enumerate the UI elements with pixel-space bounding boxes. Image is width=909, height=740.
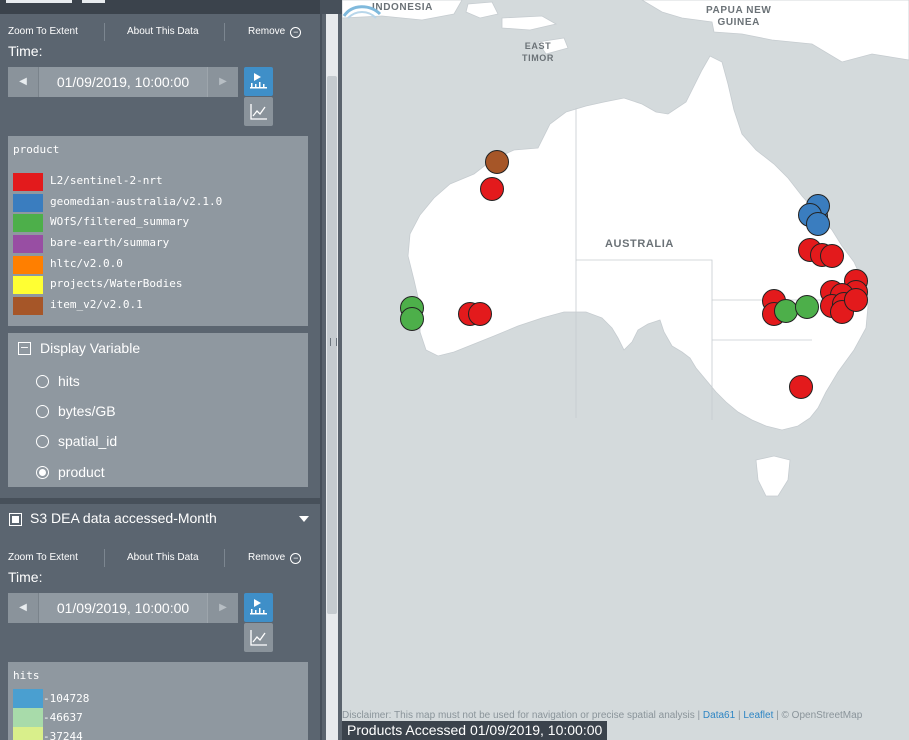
legend-label: -46637 bbox=[43, 711, 83, 724]
date-value[interactable]: 01/09/2019, 10:00:00 bbox=[38, 67, 208, 97]
legend-label: bare-earth/summary bbox=[50, 236, 170, 249]
legend-title: hits bbox=[13, 669, 40, 682]
map-data-point[interactable] bbox=[480, 177, 504, 201]
previous-date-button[interactable]: ◀ bbox=[8, 593, 39, 623]
leaflet-link[interactable]: Leaflet bbox=[743, 710, 773, 721]
basemap bbox=[342, 0, 909, 740]
map-label-png: PAPUA NEW GUINEA bbox=[706, 5, 772, 28]
radio-circle-icon bbox=[36, 405, 49, 418]
chart-button[interactable] bbox=[244, 97, 273, 126]
radio-label: product bbox=[58, 464, 105, 480]
map-data-point[interactable] bbox=[774, 299, 798, 323]
time-label: Time: bbox=[8, 43, 43, 59]
legend-label: geomedian-australia/v2.1.0 bbox=[50, 195, 223, 208]
panel-scrollbar[interactable] bbox=[322, 14, 342, 740]
display-variable-section: − Display Variable hits bytes/GB spatial… bbox=[8, 333, 308, 487]
play-icon bbox=[250, 73, 267, 89]
map-data-point[interactable] bbox=[789, 375, 813, 399]
remove-label: Remove bbox=[248, 552, 286, 563]
map-data-point[interactable] bbox=[806, 212, 830, 236]
layer-card-s3-access: S3 DEA data accessed-Month Zoom To Exten… bbox=[0, 504, 320, 740]
remove-link[interactable]: Remove − bbox=[248, 543, 302, 573]
layer-actions: Zoom To Extent About This Data Remove − bbox=[0, 17, 320, 47]
legend-swatch bbox=[13, 173, 43, 191]
radio-label: hits bbox=[58, 373, 80, 389]
play-timeline-button[interactable] bbox=[244, 67, 273, 96]
workbench-top-chip[interactable] bbox=[6, 0, 72, 3]
chevron-down-icon[interactable] bbox=[299, 516, 309, 522]
chart-button[interactable] bbox=[244, 623, 273, 652]
divider bbox=[104, 549, 105, 567]
map-data-point[interactable] bbox=[820, 244, 844, 268]
radio-circle-selected-icon bbox=[36, 466, 49, 479]
legend-swatch bbox=[13, 276, 43, 294]
remove-link[interactable]: Remove − bbox=[248, 17, 302, 47]
play-timeline-button[interactable] bbox=[244, 593, 273, 622]
legend-label: L2/sentinel-2-nrt bbox=[50, 174, 163, 187]
date-picker: ◀ 01/09/2019, 10:00:00 ▶ bbox=[8, 593, 238, 623]
display-variable-title: Display Variable bbox=[40, 340, 141, 356]
remove-label: Remove bbox=[248, 26, 286, 37]
workbench-top-chip-small[interactable] bbox=[82, 0, 105, 3]
legend-swatch bbox=[13, 235, 43, 253]
map-data-point[interactable] bbox=[400, 307, 424, 331]
workbench-panel: Zoom To Extent About This Data Remove − T… bbox=[0, 0, 342, 740]
legend-label: projects/WaterBodies bbox=[50, 277, 183, 290]
radio-label: spatial_id bbox=[58, 433, 118, 449]
map-data-point[interactable] bbox=[844, 288, 868, 312]
disclaimer-text: Disclaimer: This map must not be used fo… bbox=[342, 710, 695, 721]
data61-link[interactable]: Data61 bbox=[703, 710, 735, 721]
remove-minus-icon: − bbox=[290, 27, 302, 38]
terria-logo-icon bbox=[342, 5, 382, 19]
legend-swatch bbox=[13, 689, 43, 708]
workbench-topbar bbox=[0, 0, 320, 14]
divider bbox=[224, 23, 225, 41]
layer-title[interactable]: S3 DEA data accessed-Month bbox=[30, 510, 217, 526]
line-chart-icon bbox=[250, 630, 267, 646]
legend-label: WOfS/filtered_summary bbox=[50, 215, 190, 228]
legend-swatch bbox=[13, 727, 43, 740]
divider bbox=[104, 23, 105, 41]
date-picker: ◀ 01/09/2019, 10:00:00 ▶ bbox=[8, 67, 238, 97]
legend-swatch bbox=[13, 256, 43, 274]
layer-header: S3 DEA data accessed-Month bbox=[0, 504, 320, 534]
osm-attribution[interactable]: © OpenStreetMap bbox=[782, 710, 863, 721]
radio-label: bytes/GB bbox=[58, 403, 116, 419]
legend-title: product bbox=[13, 143, 60, 156]
layer-actions: Zoom To Extent About This Data Remove − bbox=[0, 543, 320, 573]
legend-swatch bbox=[13, 708, 43, 727]
radio-circle-icon bbox=[36, 375, 49, 388]
map-data-point[interactable] bbox=[468, 302, 492, 326]
legend-swatch bbox=[13, 297, 43, 315]
legend-label: item_v2/v2.0.1 bbox=[50, 298, 143, 311]
hits-legend: hits -104728 -46637 -37244 bbox=[8, 662, 308, 740]
map-data-point[interactable] bbox=[485, 150, 509, 174]
time-label: Time: bbox=[8, 569, 43, 585]
product-legend: product L2/sentinel-2-nrt geomedian-aust… bbox=[8, 136, 308, 326]
map-status-bar: Products Accessed 01/09/2019, 10:00:00 bbox=[342, 721, 608, 740]
map-label-australia: AUSTRALIA bbox=[605, 238, 674, 250]
about-this-data-link[interactable]: About This Data bbox=[127, 17, 199, 47]
map-data-point[interactable] bbox=[795, 295, 819, 319]
legend-swatch bbox=[13, 214, 43, 232]
layer-visibility-checkbox[interactable] bbox=[9, 513, 22, 526]
date-value[interactable]: 01/09/2019, 10:00:00 bbox=[38, 593, 208, 623]
legend-label: -37244 bbox=[43, 730, 83, 740]
divider bbox=[224, 549, 225, 567]
scrollbar-grip-icon bbox=[330, 338, 337, 346]
legend-label: hltc/v2.0.0 bbox=[50, 257, 123, 270]
radio-circle-icon bbox=[36, 435, 49, 448]
line-chart-icon bbox=[250, 104, 267, 120]
next-date-button[interactable]: ▶ bbox=[207, 593, 238, 623]
play-icon bbox=[250, 599, 267, 615]
next-date-button[interactable]: ▶ bbox=[207, 67, 238, 97]
legend-swatch bbox=[13, 194, 43, 212]
previous-date-button[interactable]: ◀ bbox=[8, 67, 39, 97]
collapse-minus-icon: − bbox=[18, 341, 31, 355]
map-view[interactable]: INDONESIA PAPUA NEW GUINEA EAST TIMOR AU… bbox=[342, 0, 909, 740]
remove-minus-icon: − bbox=[290, 553, 302, 564]
legend-label: -104728 bbox=[43, 692, 90, 705]
about-this-data-link[interactable]: About This Data bbox=[127, 543, 199, 573]
map-label-east-timor: EAST TIMOR bbox=[522, 41, 554, 63]
